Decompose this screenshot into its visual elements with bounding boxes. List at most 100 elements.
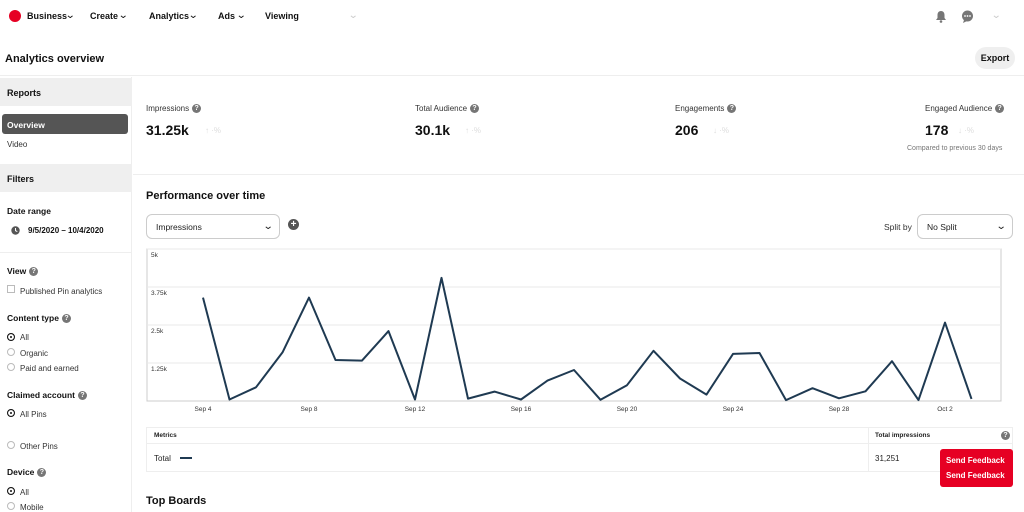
x-tick-label: Sep 28: [829, 406, 850, 413]
chevron-down-icon[interactable]: ⌄: [65, 10, 75, 21]
y-tick-label: 5k: [151, 252, 159, 259]
view-label-text: View: [7, 266, 27, 276]
device-all-label: All: [20, 488, 29, 497]
sidebar-item-video[interactable]: Video: [7, 140, 27, 149]
table-row-label: Total: [154, 454, 171, 463]
help-icon[interactable]: ?: [995, 104, 1005, 114]
claimed-other-pins-radio[interactable]: [7, 441, 15, 449]
clock-icon: [11, 226, 20, 235]
help-icon[interactable]: ?: [1001, 431, 1010, 440]
split-select-value: No Split: [927, 222, 957, 232]
help-icon[interactable]: ?: [192, 104, 202, 114]
trend-up-icon: ↑ ·%: [465, 126, 481, 135]
export-button[interactable]: Export: [975, 47, 1015, 69]
claimed-account-text: Claimed account: [7, 390, 76, 400]
claimed-account-label: Claimed account?: [7, 390, 88, 401]
series-legend-swatch: [180, 457, 192, 459]
compare-note: Compared to previous 30 days: [907, 145, 1003, 152]
sidebar-item-overview[interactable]: Overview: [2, 114, 128, 134]
metric-impressions-label: Impressions?: [146, 104, 202, 114]
chevron-down-icon[interactable]: ⌄: [236, 10, 246, 21]
metrics-header: Metrics: [154, 432, 177, 439]
help-icon[interactable]: ?: [470, 104, 480, 114]
device-mobile-label: Mobile: [20, 503, 44, 512]
x-tick-label: Sep 12: [405, 406, 426, 413]
chevron-down-icon: ⌄: [262, 221, 274, 232]
content-type-all-radio[interactable]: [7, 333, 15, 341]
content-type-label: Content type?: [7, 313, 71, 324]
table-row-value: 31,251: [875, 454, 900, 463]
content-type-text: Content type: [7, 313, 59, 323]
table-column-divider: [868, 428, 869, 471]
send-feedback-label: Send Feedback: [946, 456, 1005, 465]
trend-down-icon: ↓ ·%: [958, 126, 974, 135]
metric-engagements-label: Engagements?: [675, 104, 737, 114]
split-by-label: Split by: [884, 222, 912, 232]
metric-engaged-audience-label: Engaged Audience?: [925, 104, 1005, 114]
metrics-table: Metrics Total impressions ? Total 31,251: [146, 427, 1013, 472]
metric-select-value: Impressions: [156, 222, 202, 232]
send-feedback-button[interactable]: Send Feedback Send Feedback: [940, 449, 1013, 487]
content-type-organic-radio[interactable]: [7, 348, 15, 356]
table-divider: [147, 443, 1012, 444]
top-nav: Business ⌄ Create ⌄ Analytics ⌄ Ads ⌄ Vi…: [0, 0, 1024, 34]
date-range-value[interactable]: 9/5/2020 – 10/4/2020: [28, 226, 104, 235]
series-line: [202, 276, 973, 402]
page-header: Analytics overview: [0, 34, 1024, 76]
nav-ads[interactable]: Ads: [218, 11, 235, 21]
device-mobile-radio[interactable]: [7, 502, 15, 510]
help-icon[interactable]: ?: [61, 314, 71, 324]
bell-icon[interactable]: [935, 10, 947, 23]
performance-title: Performance over time: [146, 190, 266, 202]
filters-header: Filters: [0, 164, 132, 192]
messages-icon[interactable]: [961, 10, 974, 23]
date-range-label: Date range: [7, 206, 51, 216]
help-icon[interactable]: ?: [37, 468, 47, 478]
nav-analytics[interactable]: Analytics: [149, 11, 189, 21]
metric-total-audience-label: Total Audience?: [415, 104, 480, 114]
trend-down-icon: ↓ ·%: [713, 126, 729, 135]
nav-business[interactable]: Business: [27, 11, 67, 21]
help-icon[interactable]: ?: [29, 267, 39, 277]
metric-label-text: Impressions: [146, 104, 190, 113]
sidebar-divider: [0, 252, 132, 253]
help-icon[interactable]: ?: [78, 391, 88, 401]
nav-create[interactable]: Create: [90, 11, 118, 21]
x-tick-label: Oct 2: [937, 406, 953, 413]
chevron-down-icon[interactable]: ⌄: [188, 10, 198, 21]
nav-viewing[interactable]: Viewing: [265, 11, 299, 21]
reports-header: Reports: [0, 78, 132, 106]
metric-engagements-value: 206: [675, 122, 699, 138]
metric-impressions-value: 31.25k: [146, 122, 189, 138]
performance-chart: 5k 3.75k 2.5k 1.25k Sep 4 Sep 8 Sep 12 Sep 16 Se…: [146, 248, 1002, 413]
content-type-paid-radio[interactable]: [7, 363, 15, 371]
x-tick-label: Sep 8: [301, 406, 318, 413]
content-type-organic-label: Organic: [20, 349, 49, 358]
help-icon[interactable]: ?: [727, 104, 737, 114]
metric-select[interactable]: Impressions ⌄: [146, 214, 280, 239]
chevron-down-icon[interactable]: ⌄: [991, 10, 1001, 21]
content-type-all-label: All: [20, 333, 29, 342]
trend-up-icon: ↑ ·%: [205, 126, 221, 135]
x-tick-label: Sep 16: [511, 406, 532, 413]
send-feedback-label: Send Feedback: [946, 471, 1005, 480]
split-select[interactable]: No Split ⌄: [917, 214, 1013, 239]
pinterest-logo-icon[interactable]: [9, 10, 21, 22]
metric-total-audience-value: 30.1k: [415, 122, 451, 138]
y-tick-label: 3.75k: [151, 290, 168, 297]
add-metric-icon[interactable]: +: [288, 219, 299, 230]
chevron-down-icon[interactable]: ⌄: [118, 10, 128, 21]
chevron-down-icon[interactable]: ⌄: [348, 10, 358, 21]
device-text: Device: [7, 467, 35, 477]
published-pin-checkbox[interactable]: [7, 285, 15, 293]
page-title: Analytics overview: [5, 53, 105, 65]
published-pin-label: Published Pin analytics: [20, 287, 103, 296]
y-tick-label: 1.25k: [151, 366, 168, 373]
device-all-radio[interactable]: [7, 487, 15, 495]
metric-label-text: Total Audience: [415, 104, 468, 113]
claimed-all-pins-radio[interactable]: [7, 409, 15, 417]
metric-label-text: Engaged Audience: [925, 104, 993, 113]
chevron-down-icon: ⌄: [995, 221, 1007, 232]
x-tick-label: Sep 24: [723, 406, 744, 413]
metric-engaged-audience-value: 178: [925, 122, 949, 138]
